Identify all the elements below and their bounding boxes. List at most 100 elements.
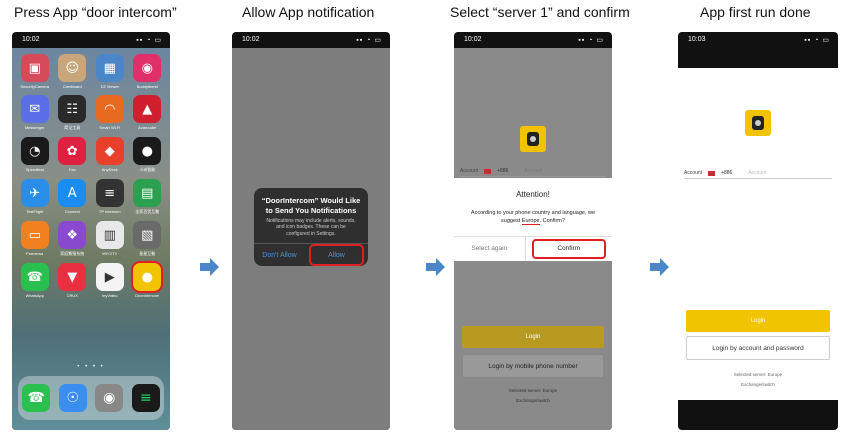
- account-input[interactable]: Account: [748, 170, 766, 176]
- app-label: Messenger: [24, 125, 45, 130]
- dialog-message: Notifications may include alerts, sounds…: [266, 217, 356, 237]
- country-code[interactable]: +886: [721, 170, 732, 176]
- status-time: 10:02: [464, 36, 482, 43]
- app-label: 小米智能: [139, 167, 156, 172]
- spotify-icon[interactable]: ≡: [131, 384, 160, 412]
- dont-allow-button[interactable]: Don't Allow: [254, 244, 305, 266]
- app-label: TestFlight: [26, 209, 44, 214]
- status-bar: 10:02 ▪▪ ◔ ▭: [232, 32, 390, 48]
- confirm-button[interactable]: Confirm: [531, 238, 606, 259]
- whatsapp-icon: ☎: [20, 263, 49, 291]
- app-item[interactable]: ● 小米智能: [131, 137, 165, 173]
- step-4-title: App first run done: [700, 4, 811, 20]
- app-label: 简记工具: [64, 125, 81, 130]
- app-item[interactable]: ☎ WhatsApp: [18, 263, 52, 298]
- app-item[interactable]: ● DoorIntercom: [131, 261, 165, 298]
- exchange-link[interactable]: Exchange/switch: [678, 382, 838, 387]
- account-input[interactable]: Account: [524, 168, 542, 174]
- app-label: SecurityCamera: [20, 84, 50, 89]
- app-item[interactable]: ◠ Smart Wi-Fi: [93, 95, 127, 131]
- app-item[interactable]: ❖ 家庭繁殖系統: [56, 221, 90, 257]
- dock: ☎ ☉ ◉ ≡: [18, 376, 164, 420]
- app-label: Connect: [64, 209, 80, 214]
- home-screen: ▣ SecurityCamera ☺ Cardboard ▦ EZ Viewer ◉ Budd…: [12, 48, 170, 430]
- app-item[interactable]: ▥ MYCITY: [93, 221, 127, 257]
- phone-login: 10:03 ▪▪ ◔ ▭ Account +886 Account Login L…: [678, 32, 838, 430]
- app-item[interactable]: ✉ Messenger: [18, 95, 52, 131]
- attention-dialog: Attention! According to your phone count…: [454, 178, 612, 261]
- step-1-title: Press App “door intercom”: [14, 4, 177, 20]
- step-3-title: Select “server 1” and confirm: [450, 4, 630, 20]
- suggested-region: Europe: [521, 218, 540, 226]
- safari-icon[interactable]: ☉: [58, 384, 87, 412]
- login-button[interactable]: Login: [686, 310, 830, 332]
- account-label: Account: [684, 170, 703, 176]
- allow-button[interactable]: Allow: [309, 244, 364, 266]
- flag-icon: [708, 170, 716, 176]
- phone-notification: 10:02 ▪▪ ◔ ▭ “DoorIntercom” Would Like to…: [232, 32, 390, 430]
- phone-server-select: 10:02 ▪▪ ◔ ▭ Account +886 Account Attenti…: [454, 32, 612, 430]
- app-item[interactable]: ✿ Fax: [56, 137, 90, 173]
- attention-title: Attention!: [516, 190, 550, 199]
- app-item[interactable]: ▼ CRUX: [56, 263, 90, 298]
- messenger-icon: ✉: [20, 95, 49, 123]
- door-intercom-icon: ●: [131, 261, 164, 293]
- country-code[interactable]: +886: [497, 168, 508, 174]
- signal-icon: ▪▪ ◔ ▭: [356, 37, 382, 44]
- app-icon: ☷: [58, 95, 87, 123]
- wallet-icon: ▤: [133, 179, 162, 207]
- app-item[interactable]: ▶ myVideo: [93, 263, 127, 298]
- app-icon: ▧: [133, 221, 162, 249]
- app-item[interactable]: ◔ Speedtest: [18, 137, 52, 173]
- camera-icon[interactable]: ◉: [95, 384, 124, 412]
- app-item[interactable]: ☺ Cardboard: [56, 54, 90, 89]
- exchange-link[interactable]: Exchange/switch: [454, 398, 612, 403]
- app-label: Fax: [68, 167, 76, 172]
- select-again-button[interactable]: Select again: [454, 236, 526, 261]
- app-label: 全家百货互動: [135, 209, 160, 214]
- status-bar: 10:03 ▪▪ ◔ ▭: [678, 32, 838, 48]
- app-item[interactable]: ▦ EZ Viewer: [93, 54, 127, 89]
- app-item[interactable]: ☷ 简记工具: [56, 95, 90, 131]
- app-item[interactable]: A Connect: [56, 179, 90, 215]
- app-item[interactable]: ▧ 星星互動: [131, 221, 165, 257]
- login-screen: Account +886 Account Login Login by acco…: [678, 68, 838, 400]
- flag-icon: [484, 168, 492, 174]
- login-by-account-button[interactable]: Login by account and password: [686, 336, 830, 360]
- app-label: Avaruudet: [138, 125, 157, 130]
- status-time: 10:03: [688, 36, 706, 43]
- app-label: Fennema: [26, 251, 44, 256]
- app-label: AnyDesk: [101, 167, 118, 172]
- signal-icon: ▪▪ ◔ ▭: [804, 37, 830, 44]
- app-item[interactable]: ▭ Fennema: [18, 221, 52, 257]
- app-icon: ❖: [58, 221, 87, 249]
- app-item[interactable]: ▣ SecurityCamera: [18, 54, 52, 89]
- app-item[interactable]: ◉ Buddyfriend: [131, 54, 165, 89]
- plane-icon: ✈: [20, 179, 49, 207]
- app-screen-dimmed: “DoorIntercom” Would Like to Send You No…: [232, 48, 390, 430]
- app-label: CRUX: [66, 293, 78, 298]
- app-label: WhatsApp: [25, 293, 44, 298]
- arrow-right-icon: [648, 256, 670, 278]
- attention-message: According to your phone country and lang…: [470, 210, 596, 226]
- app-item[interactable]: ✈ TestFlight: [18, 179, 52, 215]
- signal-icon: ▪▪ ◔ ▭: [136, 37, 162, 44]
- app-icon: ▥: [95, 221, 124, 249]
- login-by-phone-button[interactable]: Login by mobile phone number: [462, 354, 604, 378]
- selected-server-text: Selected server: Europe: [508, 388, 558, 393]
- app-label: Smart Wi-Fi: [99, 125, 121, 130]
- phone-icon[interactable]: ☎: [22, 384, 51, 412]
- location-icon: ▼: [58, 263, 87, 291]
- app-icon: ▲: [133, 95, 162, 123]
- app-item[interactable]: ▤ 全家百货互動: [131, 179, 165, 215]
- app-label: Buddyfriend: [136, 84, 158, 89]
- app-item[interactable]: ◆ AnyDesk: [93, 137, 127, 173]
- app-item[interactable]: ▲ Avaruudet: [131, 95, 165, 131]
- step-2-title: Allow App notification: [242, 4, 375, 20]
- app-item[interactable]: ≡ TP Intercom: [93, 179, 127, 215]
- dialog-title: “DoorIntercom” Would Like to Send You No…: [261, 196, 361, 215]
- app-icon: ▶: [95, 263, 124, 291]
- page-dots: • • • •: [77, 364, 105, 370]
- login-button[interactable]: Login: [462, 326, 604, 348]
- app-icon: ▣: [20, 54, 49, 82]
